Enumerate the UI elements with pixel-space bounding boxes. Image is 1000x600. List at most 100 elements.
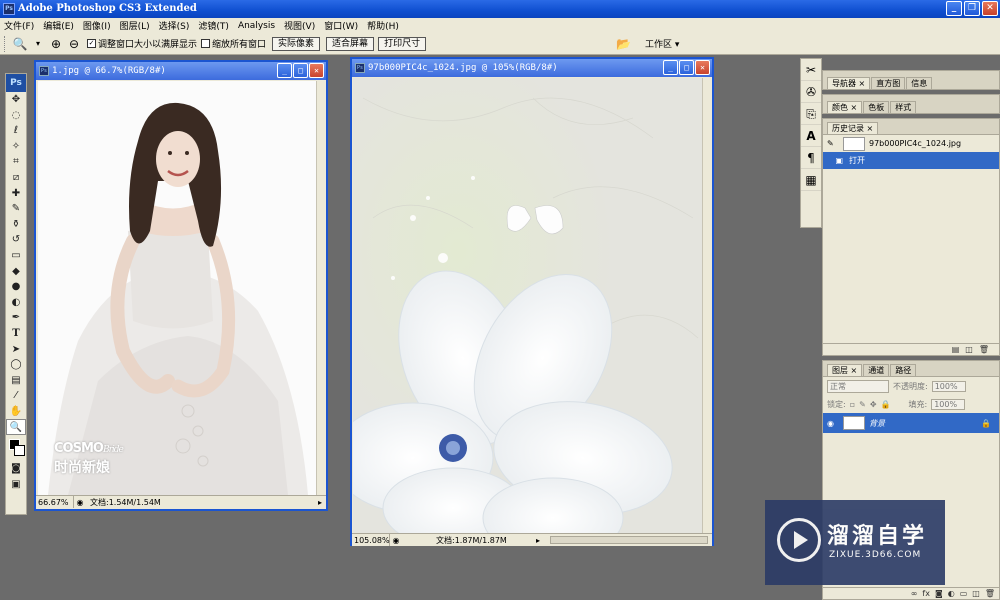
- tab-histogram[interactable]: 直方图: [871, 77, 906, 89]
- menu-image[interactable]: 图像(I): [83, 19, 111, 32]
- lock-transparency-icon[interactable]: ▫: [850, 400, 855, 409]
- doc2-horizontal-scrollbar[interactable]: [550, 536, 708, 544]
- quick-mask-icon[interactable]: ◙: [6, 461, 26, 477]
- healing-brush-tool-icon[interactable]: ✚: [6, 186, 26, 202]
- resize-windows-checkbox[interactable]: ✓ 调整窗口大小以满屏显示: [87, 37, 197, 50]
- lasso-tool-icon[interactable]: ℓ: [6, 123, 26, 139]
- shape-tool-icon[interactable]: ◯: [6, 357, 26, 373]
- zoom-all-checkbox[interactable]: 缩放所有窗口: [201, 37, 266, 50]
- layer-comps-icon[interactable]: ▦: [801, 169, 821, 191]
- move-tool-icon[interactable]: ✥: [6, 92, 26, 108]
- visibility-eye-icon[interactable]: ◉: [827, 419, 839, 428]
- pen-tool-icon[interactable]: ✒: [6, 310, 26, 326]
- doc1-close-button[interactable]: ✕: [309, 63, 324, 78]
- tab-history[interactable]: 历史记录 ×: [827, 122, 879, 134]
- menu-layer[interactable]: 图层(L): [120, 19, 150, 32]
- options-grip[interactable]: [4, 35, 7, 52]
- link-layers-icon[interactable]: ∞: [911, 588, 918, 599]
- document-1-canvas[interactable]: COSMOBride 时尚新娘: [38, 81, 316, 495]
- paint-bucket-tool-icon[interactable]: ◆: [6, 264, 26, 280]
- menu-help[interactable]: 帮助(H): [367, 19, 399, 32]
- history-step-open[interactable]: ▣ 打开: [823, 152, 999, 169]
- tab-info[interactable]: 信息: [906, 77, 933, 89]
- dodge-tool-icon[interactable]: ◐: [6, 295, 26, 311]
- doc1-maximize-button[interactable]: □: [293, 63, 308, 78]
- tab-styles[interactable]: 样式: [890, 101, 917, 113]
- adjustment-layer-icon[interactable]: ◐: [948, 588, 955, 599]
- new-document-from-state-icon[interactable]: ▤: [952, 344, 960, 355]
- tab-paths[interactable]: 路径: [890, 364, 917, 376]
- layer-style-icon[interactable]: fx: [922, 588, 930, 599]
- color-swatches[interactable]: [6, 435, 26, 461]
- status-menu-icon[interactable]: ◉: [74, 496, 86, 508]
- delete-layer-icon[interactable]: 🗑: [985, 588, 995, 599]
- document-1-titlebar[interactable]: Ps 1.jpg @ 66.7%(RGB/8#) _ □ ✕: [36, 62, 326, 80]
- doc2-vertical-scrollbar[interactable]: [702, 78, 710, 533]
- paragraph-icon[interactable]: ¶: [801, 147, 821, 169]
- status-menu-icon[interactable]: ◉: [390, 534, 402, 546]
- crop-tool-icon[interactable]: ⌗: [6, 154, 26, 170]
- layer-background[interactable]: ◉ 背景 🔒: [823, 413, 999, 433]
- new-snapshot-icon[interactable]: ◫: [965, 344, 973, 355]
- hand-tool-icon[interactable]: ✋: [6, 404, 26, 420]
- lock-pixels-icon[interactable]: ✎: [859, 400, 866, 409]
- lock-all-icon[interactable]: 🔒: [881, 400, 891, 409]
- marquee-tool-icon[interactable]: ◌: [6, 108, 26, 124]
- zoom-out-icon[interactable]: ⊖: [65, 36, 83, 52]
- zoom-tool-icon[interactable]: 🔍: [11, 36, 29, 52]
- history-snapshot[interactable]: ✎ 97b000PIC4c_1024.jpg: [823, 135, 999, 152]
- opacity-field[interactable]: 100%: [931, 380, 966, 392]
- brushes-icon[interactable]: ✇: [801, 81, 821, 103]
- screen-mode-icon[interactable]: ▣: [6, 477, 26, 493]
- history-brush-tool-icon[interactable]: ↺: [6, 232, 26, 248]
- doc1-minimize-button[interactable]: _: [277, 63, 292, 78]
- new-group-icon[interactable]: ▭: [960, 588, 968, 599]
- close-button[interactable]: ✕: [982, 1, 998, 16]
- document-2-titlebar[interactable]: Ps 97b000PIC4c_1024.jpg @ 105%(RGB/8#) _…: [352, 59, 712, 77]
- zoom-in-icon[interactable]: ⊕: [47, 36, 65, 52]
- doc2-zoom-level[interactable]: 105.08%: [352, 534, 390, 546]
- eraser-tool-icon[interactable]: ▭: [6, 248, 26, 264]
- type-tool-icon[interactable]: T: [6, 326, 26, 342]
- lock-position-icon[interactable]: ✥: [870, 400, 877, 409]
- menu-file[interactable]: 文件(F): [4, 19, 34, 32]
- background-color-swatch[interactable]: [14, 445, 25, 457]
- doc1-vertical-scrollbar[interactable]: [316, 81, 324, 495]
- doc2-scroll-arrow-icon[interactable]: ▸: [536, 534, 546, 546]
- clone-source-icon[interactable]: ⎘: [801, 103, 821, 125]
- character-icon[interactable]: A: [801, 125, 821, 147]
- menu-filter[interactable]: 滤镜(T): [198, 19, 229, 32]
- doc1-zoom-level[interactable]: 66.67%: [36, 496, 74, 508]
- layer-mask-icon[interactable]: ◙: [935, 588, 943, 599]
- fill-field[interactable]: 100%: [931, 398, 966, 410]
- workspace-menu[interactable]: 工作区 ▾: [645, 37, 679, 50]
- document-2-canvas[interactable]: [353, 78, 705, 533]
- menu-analysis[interactable]: Analysis: [238, 21, 275, 31]
- notes-tool-icon[interactable]: ▤: [6, 373, 26, 389]
- blur-tool-icon[interactable]: ●: [6, 279, 26, 295]
- tab-color[interactable]: 颜色 ×: [827, 101, 863, 113]
- delete-icon[interactable]: 🗑: [979, 344, 989, 355]
- doc2-close-button[interactable]: ✕: [695, 60, 710, 75]
- menu-view[interactable]: 视图(V): [284, 19, 315, 32]
- clone-stamp-tool-icon[interactable]: ⚱: [6, 217, 26, 233]
- menu-edit[interactable]: 编辑(E): [43, 19, 74, 32]
- path-selection-tool-icon[interactable]: ➤: [6, 342, 26, 358]
- doc2-minimize-button[interactable]: _: [663, 60, 678, 75]
- menu-window[interactable]: 窗口(W): [324, 19, 358, 32]
- new-layer-icon[interactable]: ◫: [972, 588, 980, 599]
- actual-pixels-button[interactable]: 实际像素: [272, 36, 321, 51]
- brush-tool-icon[interactable]: ✎: [6, 201, 26, 217]
- tab-navigator[interactable]: 导航器 ×: [827, 77, 871, 89]
- minimize-button[interactable]: _: [946, 1, 962, 16]
- print-size-button[interactable]: 打印尺寸: [378, 36, 427, 51]
- bridge-icon[interactable]: 📂: [616, 37, 631, 51]
- doc1-scroll-arrow-icon[interactable]: ▸: [318, 496, 326, 508]
- tool-preset-dropdown-icon[interactable]: ▾: [29, 36, 47, 52]
- tab-layers[interactable]: 图层 ×: [827, 364, 863, 376]
- zoom-tool-icon[interactable]: 🔍: [6, 419, 26, 436]
- tools-icon[interactable]: ✂: [801, 59, 821, 81]
- menu-select[interactable]: 选择(S): [159, 19, 190, 32]
- fit-screen-button[interactable]: 适合屏幕: [326, 36, 375, 51]
- blend-mode-select[interactable]: 正常: [827, 379, 889, 393]
